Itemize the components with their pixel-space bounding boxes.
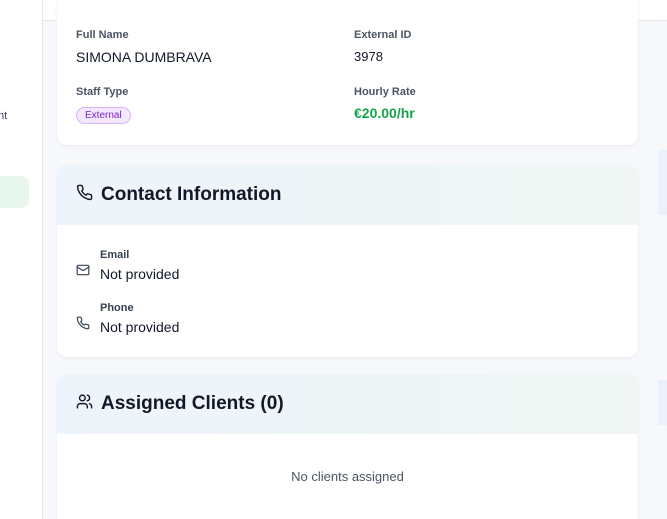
- email-label: Email: [100, 249, 130, 261]
- contact-card-title: Contact Information: [101, 184, 282, 205]
- empty-state-text: No clients assigned: [291, 469, 404, 484]
- clients-card-title: Assigned Clients (0): [101, 393, 284, 414]
- phone-value: Not provided: [100, 319, 180, 335]
- full-name-label: Full Name: [76, 29, 129, 41]
- sidebar-active-item[interactable]: [0, 176, 29, 208]
- hourly-rate-value: €20.00/hr: [354, 105, 415, 121]
- right-panel-edge: [658, 150, 667, 215]
- right-panel-edge: [658, 380, 667, 425]
- phone-icon: [76, 184, 93, 206]
- external-id-label: External ID: [354, 29, 412, 41]
- sidebar-item-label[interactable]: nt: [0, 110, 7, 122]
- users-icon: [76, 393, 93, 415]
- external-id-value: 3978: [354, 49, 383, 64]
- contact-card-header: Contact Information: [57, 165, 638, 225]
- assigned-clients-card: Assigned Clients (0) No clients assigned: [57, 374, 638, 519]
- phone-label: Phone: [100, 302, 134, 314]
- phone-icon: [76, 316, 90, 335]
- clients-card-header: Assigned Clients (0): [57, 374, 638, 434]
- full-name-value: SIMONA DUMBRAVA: [76, 49, 212, 65]
- email-value: Not provided: [100, 266, 180, 282]
- contact-information-card: Contact Information Email Not provided P…: [57, 165, 638, 357]
- hourly-rate-label: Hourly Rate: [354, 86, 416, 98]
- staff-details-card: Full Name SIMONA DUMBRAVA External ID 39…: [57, 0, 638, 145]
- staff-type-badge: External: [76, 107, 131, 124]
- sidebar: nt: [0, 0, 43, 519]
- mail-icon: [76, 263, 90, 282]
- staff-type-label: Staff Type: [76, 86, 129, 98]
